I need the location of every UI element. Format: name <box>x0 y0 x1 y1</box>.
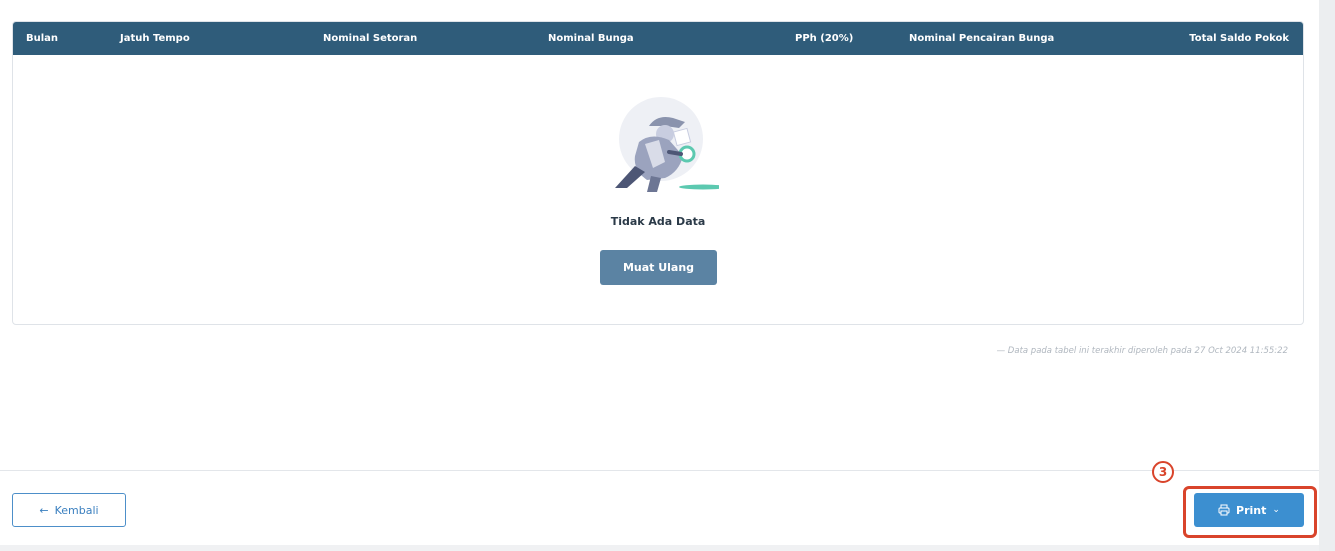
column-header-pph[interactable]: PPh (20%) <box>795 22 853 55</box>
empty-state-message: Tidak Ada Data <box>610 215 706 228</box>
step-badge: 3 <box>1152 461 1174 483</box>
chevron-down-icon: ⌄ <box>1272 505 1280 515</box>
page: Bulan Jatuh Tempo Nominal Setoran Nomina… <box>0 0 1319 545</box>
data-timestamp-note: — Data pada tabel ini terakhir diperoleh… <box>996 346 1288 356</box>
back-button-label: Kembali <box>54 503 99 517</box>
column-header-jatuh-tempo[interactable]: Jatuh Tempo <box>120 22 190 55</box>
printer-icon <box>1218 504 1230 516</box>
column-header-nominal-setoran[interactable]: Nominal Setoran <box>323 22 417 55</box>
print-button[interactable]: Print ⌄ <box>1194 493 1304 527</box>
column-header-total-saldo-pokok[interactable]: Total Saldo Pokok <box>1189 22 1289 55</box>
table-header: Bulan Jatuh Tempo Nominal Setoran Nomina… <box>13 22 1303 55</box>
print-button-label: Print <box>1236 503 1267 517</box>
page-scrollbar[interactable] <box>1319 0 1335 551</box>
column-header-nominal-pencairan-bunga[interactable]: Nominal Pencairan Bunga <box>909 22 1054 55</box>
reload-button[interactable]: Muat Ulang <box>600 250 717 285</box>
back-button[interactable]: ← Kembali <box>12 493 126 527</box>
arrow-left-icon: ← <box>39 503 49 517</box>
column-header-nominal-bunga[interactable]: Nominal Bunga <box>548 22 634 55</box>
installment-table: Bulan Jatuh Tempo Nominal Setoran Nomina… <box>12 21 1304 325</box>
detective-magnifier-illustration <box>599 96 727 196</box>
column-header-bulan[interactable]: Bulan <box>26 22 58 55</box>
footer-bar: ← Kembali 3 Print ⌄ <box>0 461 1319 545</box>
